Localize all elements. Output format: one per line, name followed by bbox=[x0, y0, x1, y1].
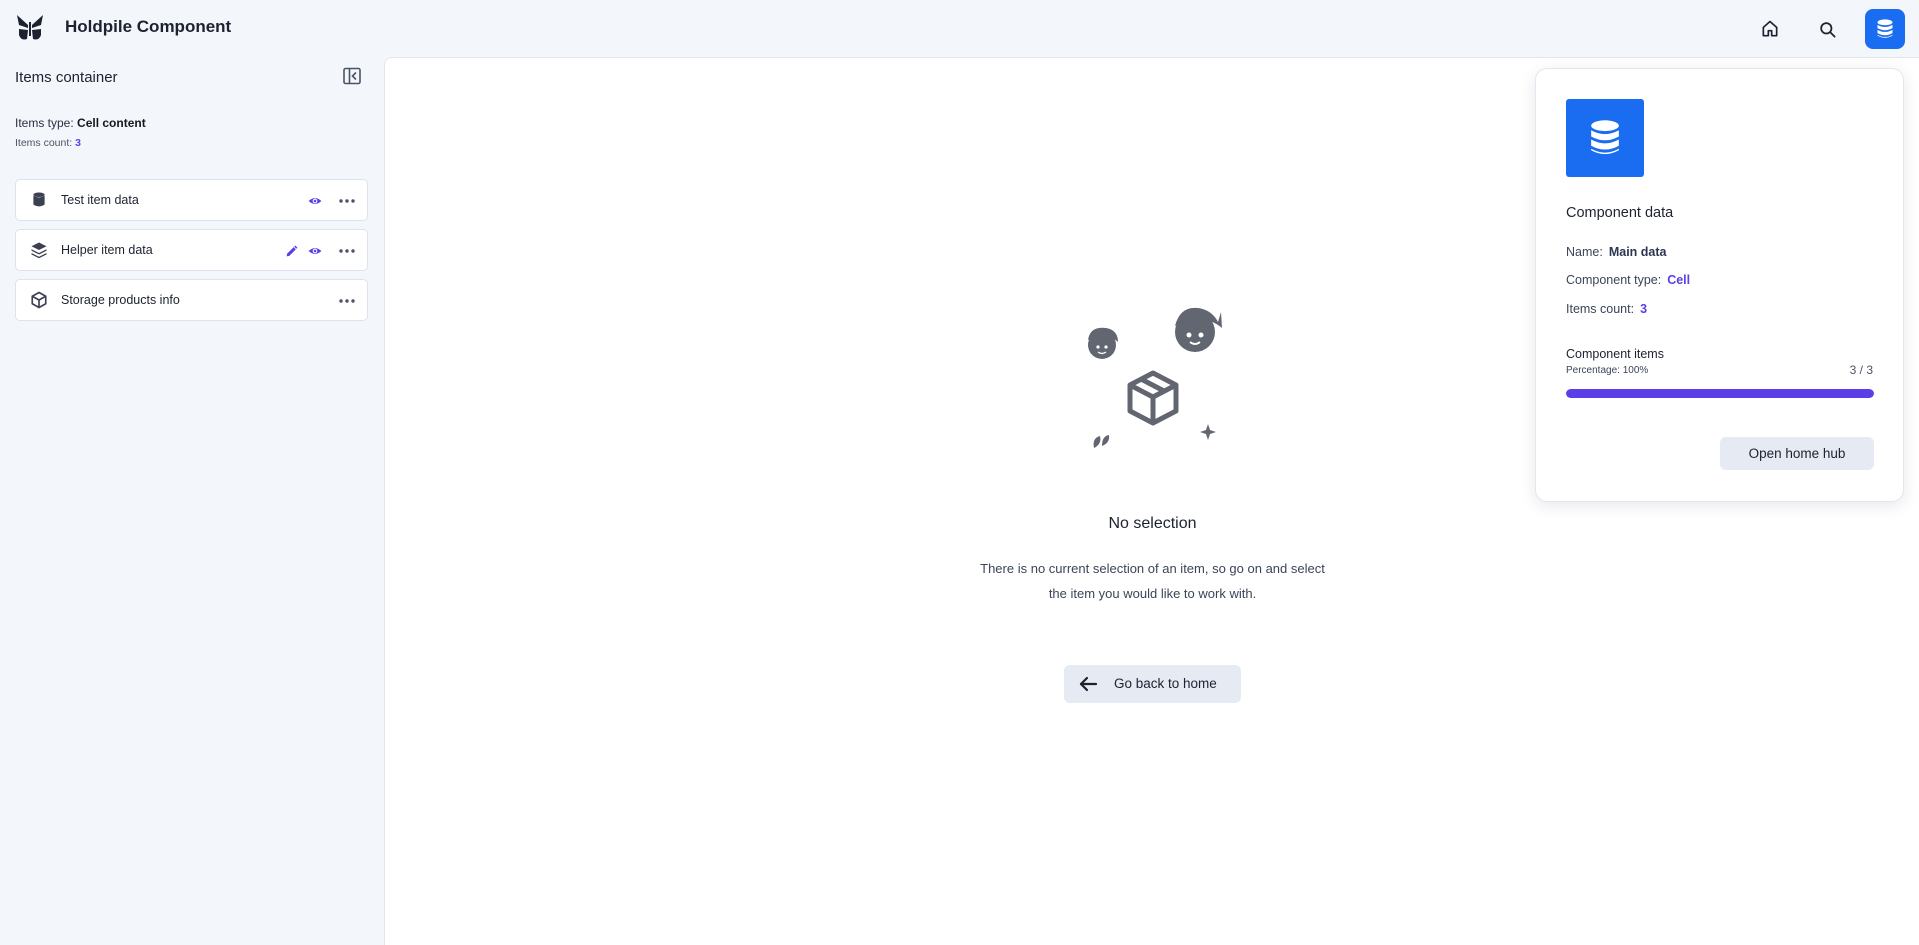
card-type-value: Cell bbox=[1667, 273, 1691, 287]
database-icon bbox=[33, 192, 45, 207]
component-data-card: Component data Name: Main data Component … bbox=[1535, 68, 1904, 502]
box-icon bbox=[31, 291, 47, 309]
view-button[interactable] bbox=[306, 242, 324, 260]
sidebar-title: Items container bbox=[15, 69, 118, 86]
empty-desc-line-1: There is no current selection of an item… bbox=[980, 561, 1325, 576]
card-name-value: Main data bbox=[1608, 245, 1667, 259]
list-item-label: Storage products info bbox=[61, 293, 180, 307]
card-name-row: Name: Main data bbox=[1566, 245, 1666, 259]
butterfly-logo-icon[interactable] bbox=[15, 13, 45, 43]
empty-desc-line-2: the item you would like to work with. bbox=[1048, 586, 1257, 601]
database-icon bbox=[1591, 120, 1619, 155]
app-title: Holdpile Component bbox=[65, 17, 232, 36]
edit-button[interactable] bbox=[282, 242, 300, 260]
items-count-label: Items count: bbox=[15, 137, 73, 149]
empty-state-description: There is no current selection of an item… bbox=[945, 556, 1360, 606]
more-button[interactable] bbox=[338, 292, 356, 310]
items-count: Items count: 3 bbox=[15, 137, 81, 149]
search-button[interactable] bbox=[1807, 9, 1847, 49]
database-button[interactable] bbox=[1865, 9, 1905, 49]
sidebar: Items container Items type: Cell content… bbox=[0, 56, 384, 945]
percentage-label: Percentage: bbox=[1566, 365, 1620, 376]
more-icon bbox=[339, 199, 355, 203]
card-type-row: Component type: Cell bbox=[1566, 273, 1690, 287]
more-button[interactable] bbox=[338, 242, 356, 260]
eye-icon bbox=[308, 198, 322, 204]
empty-state-title: No selection bbox=[1108, 515, 1197, 532]
items-type-value: Cell content bbox=[77, 116, 146, 130]
list-item-storage-products-info[interactable]: Storage products info bbox=[15, 279, 368, 321]
items-count-value: 3 bbox=[75, 137, 81, 149]
list-item-helper-item-data[interactable]: Helper item data bbox=[15, 229, 368, 271]
percentage-value: 100% bbox=[1622, 365, 1649, 376]
progress-fill bbox=[1566, 389, 1874, 398]
card-database-badge bbox=[1566, 99, 1644, 177]
card-name-label: Name: bbox=[1566, 245, 1603, 259]
card-type-label: Component type: bbox=[1566, 273, 1662, 287]
go-back-home-label: Go back to home bbox=[1114, 676, 1217, 691]
collapse-sidebar-icon[interactable] bbox=[342, 66, 362, 86]
card-count-row: Items count: 3 bbox=[1566, 302, 1647, 316]
pencil-icon bbox=[286, 245, 297, 256]
open-home-hub-button[interactable]: Open home hub bbox=[1720, 437, 1874, 470]
card-title: Component data bbox=[1566, 205, 1674, 221]
view-button[interactable] bbox=[306, 192, 324, 210]
layers-icon bbox=[31, 242, 47, 259]
search-icon bbox=[1819, 21, 1835, 37]
eye-icon bbox=[308, 248, 322, 254]
more-icon bbox=[339, 249, 355, 253]
home-icon bbox=[1762, 20, 1778, 37]
items-type-label: Items type: bbox=[15, 116, 74, 130]
card-count-value: 3 bbox=[1640, 302, 1648, 316]
items-type: Items type: Cell content bbox=[15, 116, 146, 130]
component-items-fraction: 3 / 3 bbox=[1849, 363, 1873, 377]
go-back-home-button[interactable]: Go back to home bbox=[1064, 665, 1241, 703]
list-item-label: Helper item data bbox=[61, 243, 153, 257]
list-item-label: Test item data bbox=[61, 193, 139, 207]
empty-state-illustration-icon bbox=[1088, 307, 1222, 448]
component-items-percentage: Percentage: 100% bbox=[1566, 365, 1648, 376]
arrow-left-icon bbox=[1079, 676, 1098, 692]
component-items-progress-bar bbox=[1566, 389, 1874, 398]
more-button[interactable] bbox=[338, 192, 356, 210]
database-icon bbox=[1877, 19, 1893, 38]
home-button[interactable] bbox=[1750, 9, 1790, 49]
card-count-label: Items count: bbox=[1566, 302, 1635, 316]
top-header: Holdpile Component bbox=[0, 0, 1919, 56]
list-item-test-item-data[interactable]: Test item data bbox=[15, 179, 368, 221]
component-items-title: Component items bbox=[1566, 347, 1664, 361]
more-icon bbox=[339, 299, 355, 303]
